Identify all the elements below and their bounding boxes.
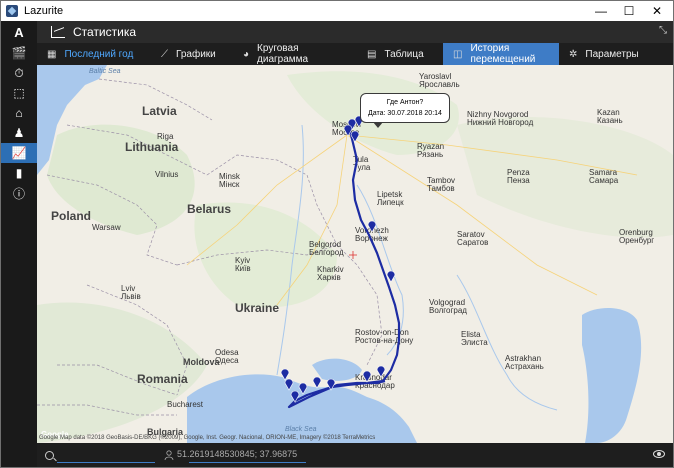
- bottom-bar: 51.2619148530845; 37.96875: [37, 443, 673, 467]
- statistics-icon[interactable]: 📈: [1, 143, 37, 163]
- country-belarus-label: Belarus: [187, 202, 231, 216]
- tab-period-label: Последний год: [64, 48, 134, 60]
- city-yaroslavl-native: Ярославль: [419, 80, 460, 89]
- map-route-icon: ◫: [453, 48, 463, 60]
- tooltip-title: Где Антон?: [386, 99, 424, 106]
- country-latvia-label: Latvia: [142, 104, 177, 118]
- window-title: Lazurite: [24, 5, 64, 17]
- city-lviv-native: Львів: [121, 292, 141, 301]
- city-orenburg-native: Оренбург: [619, 236, 654, 245]
- info-icon[interactable]: ⓘ: [1, 183, 37, 203]
- city-odesa-native: Одеса: [215, 356, 239, 365]
- tab-table-label: Таблица: [384, 48, 424, 60]
- city-warsaw: Warsaw: [92, 223, 121, 232]
- city-penza-native: Пенза: [507, 176, 530, 185]
- box-icon[interactable]: ⬚: [1, 83, 37, 103]
- city-saratov-native: Саратов: [457, 238, 488, 247]
- tab-settings[interactable]: ✲ Параметры: [559, 43, 667, 65]
- tab-charts[interactable]: ⟋ Графики: [151, 43, 233, 65]
- gear-icon: ✲: [569, 48, 578, 60]
- country-ukraine-label: Ukraine: [235, 301, 279, 315]
- map-attribution: Google Map data ©2018 GeoBasis-DE/BKG (©…: [39, 435, 376, 441]
- city-riga: Riga: [157, 132, 174, 141]
- tab-bar: ▦ Последний год ⟋ Графики ◕ Круговая диа…: [37, 43, 673, 65]
- title-bar: Lazurite — ☐ ✕: [1, 1, 673, 21]
- collapse-icon[interactable]: ⤡: [659, 25, 667, 36]
- country-romania-label: Romania: [137, 372, 188, 386]
- city-belgorod-native: Белгород: [309, 248, 344, 257]
- city-volgograd-native: Волгоград: [429, 306, 467, 315]
- map-canvas[interactable]: Latvia Lithuania Belarus Poland Ukraine …: [37, 65, 673, 443]
- city-astrakhan-native: Астрахань: [505, 362, 544, 371]
- search-icon[interactable]: [45, 450, 54, 460]
- coordinates-field-underline: [189, 462, 306, 463]
- app-logo-icon: [6, 5, 18, 17]
- city-bucharest: Bucharest: [167, 400, 204, 409]
- house-icon[interactable]: ⌂: [1, 103, 37, 123]
- tab-movement-history[interactable]: ◫ История перемещений: [443, 43, 559, 65]
- tab-charts-label: Графики: [176, 48, 216, 60]
- city-kyiv-native: Київ: [235, 264, 251, 273]
- page-header: Статистика ⤡: [37, 21, 673, 43]
- chart-line-icon: [51, 26, 65, 38]
- city-samara-native: Самара: [589, 176, 619, 185]
- tab-period[interactable]: ▦ Последний год: [37, 43, 151, 65]
- location-tooltip: Где Антон? Дата: 30.07.2018 20:14: [360, 93, 450, 128]
- map-view[interactable]: Latvia Lithuania Belarus Poland Ukraine …: [37, 65, 673, 443]
- chart-line-icon: ⟋: [161, 48, 168, 60]
- clapperboard-icon[interactable]: 🎬: [1, 43, 37, 63]
- city-nizhny-native: Нижний Новгород: [467, 118, 534, 127]
- country-lithuania-label: Lithuania: [125, 140, 179, 154]
- sidebar: A 🎬 ⏱ ⬚ ⌂ ♟ 📈 ▮ ⓘ: [1, 21, 37, 467]
- tab-pie-chart-label: Круговая диаграмма: [257, 43, 309, 65]
- country-poland-label: Poland: [51, 209, 91, 223]
- city-elista-native: Элиста: [461, 338, 488, 347]
- tab-pie-chart[interactable]: ◕ Круговая диаграмма: [233, 43, 357, 65]
- calendar-icon: ▦: [47, 48, 57, 60]
- app-window: Lazurite — ☐ ✕ A 🎬 ⏱ ⬚ ⌂ ♟ 📈 ▮ ⓘ Статист…: [0, 0, 674, 468]
- city-ryazan-native: Рязань: [417, 150, 443, 159]
- page-title: Статистика: [73, 25, 137, 39]
- coordinates-readout: 51.2619148530845; 37.96875: [177, 449, 298, 459]
- users-icon[interactable]: ♟: [1, 123, 37, 143]
- city-minsk-native: Мінск: [219, 180, 240, 189]
- eye-icon[interactable]: [653, 450, 665, 458]
- table-icon: ▤: [367, 48, 377, 60]
- city-tambov-native: Тамбов: [427, 184, 455, 193]
- close-button[interactable]: ✕: [641, 1, 673, 21]
- tab-movement-history-label: История перемещений: [470, 43, 536, 65]
- tooltip-date: Дата: 30.07.2018 20:14: [368, 110, 442, 117]
- baltic-sea-label: Baltic Sea: [89, 68, 121, 75]
- search-input[interactable]: [57, 462, 155, 463]
- person-icon: [164, 450, 174, 460]
- city-rostov-native: Ростов-на-Дону: [355, 336, 413, 345]
- lazurite-logo-icon[interactable]: A: [1, 21, 37, 43]
- black-sea-label: Black Sea: [285, 426, 317, 433]
- tab-table[interactable]: ▤ Таблица: [357, 43, 443, 65]
- city-kharkiv-native: Харків: [317, 273, 341, 282]
- city-kazan-native: Казань: [597, 116, 623, 125]
- city-lipetsk-native: Липецк: [377, 198, 404, 207]
- pie-chart-icon: ◕: [243, 48, 250, 60]
- book-icon[interactable]: ▮: [1, 163, 37, 183]
- city-vilnius: Vilnius: [155, 170, 178, 179]
- timer-icon[interactable]: ⏱: [1, 63, 37, 83]
- tab-settings-label: Параметры: [585, 48, 639, 60]
